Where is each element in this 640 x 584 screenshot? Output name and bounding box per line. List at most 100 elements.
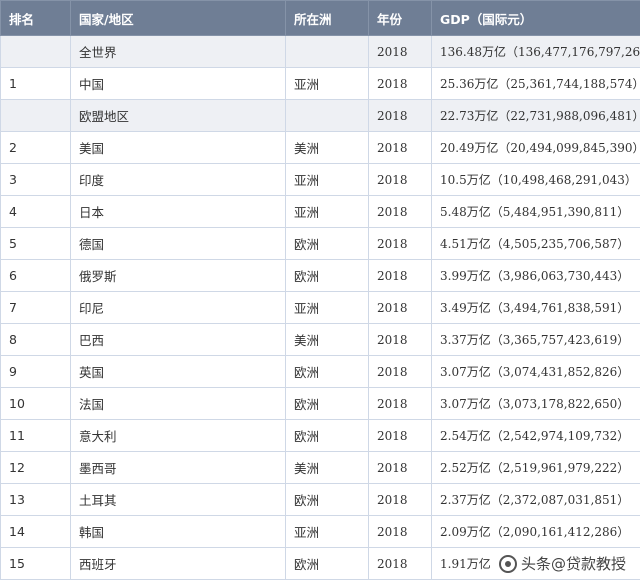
cell-continent: 欧洲 [285, 419, 369, 452]
cell-country: 土耳其 [70, 483, 286, 516]
cell-gdp: 3.07万亿（3,074,431,852,826） [431, 355, 640, 388]
cell-rank: 14 [0, 515, 71, 548]
table-row: 全世界 2018 136.48万亿（136,477,176,797,269） [0, 35, 640, 68]
cell-rank [0, 35, 71, 68]
watermark-text: 头条@贷款教授 [520, 555, 626, 573]
header-continent[interactable]: 所在洲 [285, 0, 369, 36]
cell-country: 全世界 [70, 35, 286, 68]
cell-continent: 亚洲 [285, 291, 369, 324]
cell-gdp: 2.37万亿（2,372,087,031,851） [431, 483, 640, 516]
cell-gdp: 3.99万亿（3,986,063,730,443） [431, 259, 640, 292]
gdp-ranking-table: 排名 国家/地区 所在洲 年份 GDP（国际元） 全世界 2018 136.48万亿… [0, 0, 640, 580]
table-row: 11 意大利 欧洲 2018 2.54万亿（2,542,974,109,732） [0, 419, 640, 452]
cell-gdp: 3.49万亿（3,494,761,838,591） [431, 291, 640, 324]
table-row: 13 土耳其 欧洲 2018 2.37万亿（2,372,087,031,851） [0, 483, 640, 516]
cell-rank: 12 [0, 451, 71, 484]
cell-gdp: 2.54万亿（2,542,974,109,732） [431, 419, 640, 452]
cell-rank: 15 [0, 547, 71, 580]
cell-year: 2018 [368, 483, 432, 516]
cell-year: 2018 [368, 355, 432, 388]
cell-gdp: 4.51万亿（4,505,235,706,587） [431, 227, 640, 260]
cell-gdp: 136.48万亿（136,477,176,797,269） [431, 35, 640, 68]
table-row: 9 英国 欧洲 2018 3.07万亿（3,074,431,852,826） [0, 355, 640, 388]
cell-gdp: 2.09万亿（2,090,161,412,286） [431, 515, 640, 548]
cell-continent: 美洲 [285, 451, 369, 484]
cell-gdp: 22.73万亿（22,731,988,096,481） [431, 99, 640, 132]
cell-continent: 美洲 [285, 131, 369, 164]
cell-year: 2018 [368, 259, 432, 292]
cell-year: 2018 [368, 35, 432, 68]
cell-country: 德国 [70, 227, 286, 260]
cell-continent: 欧洲 [285, 355, 369, 388]
cell-country: 印尼 [70, 291, 286, 324]
cell-rank: 13 [0, 483, 71, 516]
table-row: 10 法国 欧洲 2018 3.07万亿（3,073,178,822,650） [0, 387, 640, 420]
cell-rank: 11 [0, 419, 71, 452]
cell-continent: 美洲 [285, 323, 369, 356]
cell-continent: 欧洲 [285, 387, 369, 420]
cell-rank: 2 [0, 131, 71, 164]
cell-country: 巴西 [70, 323, 286, 356]
cell-year: 2018 [368, 387, 432, 420]
table-row: 4 日本 亚洲 2018 5.48万亿（5,484,951,390,811） [0, 195, 640, 228]
cell-year: 2018 [368, 67, 432, 100]
cell-year: 2018 [368, 227, 432, 260]
cell-rank: 8 [0, 323, 71, 356]
cell-rank: 5 [0, 227, 71, 260]
toutiao-logo-icon [498, 554, 517, 573]
table-row: 6 俄罗斯 欧洲 2018 3.99万亿（3,986,063,730,443） [0, 259, 640, 292]
cell-gdp: 3.07万亿（3,073,178,822,650） [431, 387, 640, 420]
cell-continent: 亚洲 [285, 515, 369, 548]
table-body: 全世界 2018 136.48万亿（136,477,176,797,269） 1 中国亚… [0, 35, 640, 580]
cell-country: 英国 [70, 355, 286, 388]
cell-country: 中国 [70, 67, 286, 100]
table-header-row: 排名 国家/地区 所在洲 年份 GDP（国际元） [0, 0, 640, 36]
cell-country: 法国 [70, 387, 286, 420]
cell-year: 2018 [368, 195, 432, 228]
cell-gdp: 20.49万亿（20,494,099,845,390） [431, 131, 640, 164]
cell-continent [285, 35, 369, 68]
watermark: 头条@贷款教授 [492, 551, 632, 576]
header-gdp[interactable]: GDP（国际元） [431, 0, 640, 36]
cell-year: 2018 [368, 451, 432, 484]
cell-gdp: 3.37万亿（3,365,757,423,619） [431, 323, 640, 356]
table-row: 1 中国 亚洲 2018 25.36万亿（25,361,744,188,574） [0, 67, 640, 100]
cell-rank: 9 [0, 355, 71, 388]
cell-continent: 欧洲 [285, 483, 369, 516]
cell-year: 2018 [368, 163, 432, 196]
cell-continent: 亚洲 [285, 195, 369, 228]
cell-rank: 7 [0, 291, 71, 324]
cell-continent: 欧洲 [285, 547, 369, 580]
cell-gdp: 25.36万亿（25,361,744,188,574） [431, 67, 640, 100]
cell-continent: 亚洲 [285, 67, 369, 100]
cell-gdp: 10.5万亿（10,498,468,291,043） [431, 163, 640, 196]
cell-country: 墨西哥 [70, 451, 286, 484]
cell-rank [0, 99, 71, 132]
cell-year: 2018 [368, 419, 432, 452]
cell-rank: 3 [0, 163, 71, 196]
cell-gdp: 2.52万亿（2,519,961,979,222） [431, 451, 640, 484]
cell-continent: 欧洲 [285, 227, 369, 260]
cell-country: 意大利 [70, 419, 286, 452]
header-country[interactable]: 国家/地区 [70, 0, 286, 36]
cell-year: 2018 [368, 131, 432, 164]
table-row: 欧盟地区 2018 22.73万亿（22,731,988,096,481） [0, 99, 640, 132]
header-year[interactable]: 年份 [368, 0, 432, 36]
table-row: 7 印尼 亚洲 2018 3.49万亿（3,494,761,838,591） [0, 291, 640, 324]
table-row: 14 韩国 亚洲 2018 2.09万亿（2,090,161,412,286） [0, 515, 640, 548]
cell-country: 欧盟地区 [70, 99, 286, 132]
header-rank[interactable]: 排名 [0, 0, 71, 36]
cell-rank: 10 [0, 387, 71, 420]
cell-year: 2018 [368, 547, 432, 580]
cell-year: 2018 [368, 515, 432, 548]
cell-rank: 6 [0, 259, 71, 292]
cell-country: 日本 [70, 195, 286, 228]
cell-country: 韩国 [70, 515, 286, 548]
table-row: 3 印度 亚洲 2018 10.5万亿（10,498,468,291,043） [0, 163, 640, 196]
cell-country: 美国 [70, 131, 286, 164]
cell-country: 俄罗斯 [70, 259, 286, 292]
table-row: 2 美国 美洲 2018 20.49万亿（20,494,099,845,390） [0, 131, 640, 164]
cell-continent: 亚洲 [285, 163, 369, 196]
cell-year: 2018 [368, 99, 432, 132]
table-row: 12 墨西哥 美洲 2018 2.52万亿（2,519,961,979,222） [0, 451, 640, 484]
